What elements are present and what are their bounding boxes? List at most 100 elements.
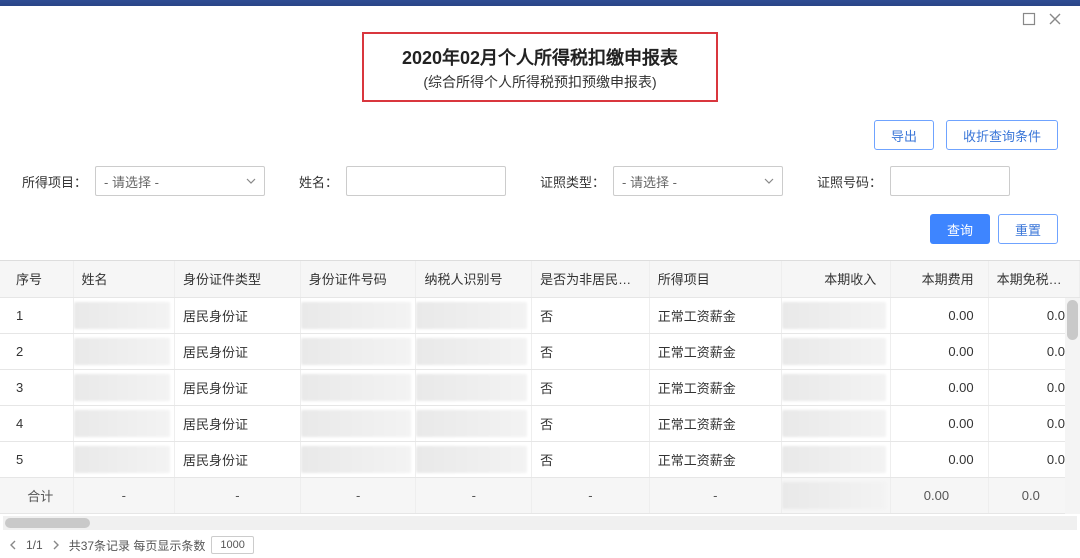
page-prev-icon[interactable] [6, 538, 20, 552]
cell-idtype: 居民身份证 [175, 369, 301, 405]
maximize-icon[interactable] [1022, 12, 1036, 26]
pager: 1/1 共37条记录 每页显示条数 1000 [6, 536, 1074, 554]
title-frame: 2020年02月个人所得税扣缴申报表 (综合所得个人所得税预扣预缴申报表) [362, 32, 718, 102]
th-index: 序号 [0, 261, 73, 297]
income-item-select[interactable]: - 请选择 - [95, 166, 265, 196]
cell-index: 2 [0, 333, 73, 369]
cell-name [73, 333, 174, 369]
cell-nonres: 否 [532, 369, 650, 405]
toggle-filters-button[interactable]: 收折查询条件 [946, 120, 1058, 150]
cell-incomeitem: 正常工资薪金 [649, 405, 781, 441]
cell-nonres: 否 [532, 441, 650, 477]
th-taxpayerno: 纳税人识别号 [416, 261, 532, 297]
cell-idtype: 居民身份证 [175, 297, 301, 333]
cell-income [781, 405, 891, 441]
total-income-cell [781, 477, 891, 513]
export-button[interactable]: 导出 [874, 120, 934, 150]
data-table: 序号 姓名 身份证件类型 身份证件号码 纳税人识别号 是否为非居民个人 所得项目… [0, 260, 1080, 514]
page-size-select[interactable]: 1000 [211, 536, 253, 554]
window-controls [1022, 12, 1062, 26]
cell-fee: 0.00 [891, 405, 988, 441]
idtype-label: 证照类型： [540, 172, 605, 191]
th-idno: 身份证件号码 [300, 261, 416, 297]
action-bar: 导出 收折查询条件 [22, 120, 1058, 150]
table-row[interactable]: 5居民身份证否正常工资薪金0.000.0 [0, 441, 1080, 477]
cell-incomeitem: 正常工资薪金 [649, 333, 781, 369]
th-nonres: 是否为非居民个人 [532, 261, 650, 297]
idtype-placeholder: - 请选择 - [622, 172, 677, 191]
cell-income [781, 441, 891, 477]
cell-taxpayerno [416, 297, 532, 333]
title-bar [0, 0, 1080, 6]
close-icon[interactable] [1048, 12, 1062, 26]
cell-name [73, 369, 174, 405]
th-idtype: 身份证件类型 [175, 261, 301, 297]
cell-nonres: 否 [532, 333, 650, 369]
cell-income [781, 297, 891, 333]
cell-fee: 0.00 [891, 441, 988, 477]
query-button[interactable]: 查询 [930, 214, 990, 244]
cell-incomeitem: 正常工资薪金 [649, 441, 781, 477]
idno-input[interactable] [890, 166, 1010, 196]
chevron-down-icon [764, 174, 774, 189]
idtype-select[interactable]: - 请选择 - [613, 166, 783, 196]
total-row: 合计 - - - - - - 0.00 0.0 [0, 477, 1080, 513]
th-incomeitem: 所得项目 [649, 261, 781, 297]
cell-idno [300, 369, 416, 405]
cell-index: 4 [0, 405, 73, 441]
total-fee-cell: 0.00 [891, 477, 988, 513]
th-fee: 本期费用 [891, 261, 988, 297]
horizontal-scrollbar[interactable] [3, 516, 1077, 530]
cell-index: 3 [0, 369, 73, 405]
total-label: 合计 [0, 477, 73, 513]
table-header-row: 序号 姓名 身份证件类型 身份证件号码 纳税人识别号 是否为非居民个人 所得项目… [0, 261, 1080, 297]
cell-fee: 0.00 [891, 369, 988, 405]
cell-income [781, 369, 891, 405]
cell-taxpayerno [416, 369, 532, 405]
cell-income [781, 333, 891, 369]
cell-idno [300, 297, 416, 333]
cell-fee: 0.00 [891, 333, 988, 369]
name-label: 姓名： [299, 172, 338, 191]
income-item-label: 所得项目： [22, 172, 87, 191]
cell-taxpayerno [416, 405, 532, 441]
th-income: 本期收入 [781, 261, 891, 297]
cell-idtype: 居民身份证 [175, 333, 301, 369]
table-row[interactable]: 1居民身份证否正常工资薪金0.000.0 [0, 297, 1080, 333]
page-indicator: 1/1 [26, 538, 43, 552]
table-row[interactable]: 2居民身份证否正常工资薪金0.000.0 [0, 333, 1080, 369]
reset-button[interactable]: 重置 [998, 214, 1058, 244]
cell-taxpayerno [416, 333, 532, 369]
cell-index: 1 [0, 297, 73, 333]
table-row[interactable]: 3居民身份证否正常工资薪金0.000.0 [0, 369, 1080, 405]
cell-idno [300, 333, 416, 369]
th-name: 姓名 [73, 261, 174, 297]
cell-name [73, 441, 174, 477]
cell-index: 5 [0, 441, 73, 477]
records-text: 共37条记录 每页显示条数 [69, 537, 206, 554]
th-exempt: 本期免税收入 [988, 261, 1079, 297]
page-next-icon[interactable] [49, 538, 63, 552]
cell-fee: 0.00 [891, 297, 988, 333]
cell-idno [300, 441, 416, 477]
income-item-placeholder: - 请选择 - [104, 172, 159, 191]
cell-taxpayerno [416, 441, 532, 477]
page-subtitle: (综合所得个人所得税预扣预缴申报表) [402, 72, 678, 92]
page-title: 2020年02月个人所得税扣缴申报表 [402, 44, 678, 70]
page-title-block: 2020年02月个人所得税扣缴申报表 (综合所得个人所得税预扣预缴申报表) [0, 32, 1080, 102]
cell-nonres: 否 [532, 405, 650, 441]
chevron-down-icon [246, 174, 256, 189]
cell-name [73, 405, 174, 441]
cell-nonres: 否 [532, 297, 650, 333]
name-input[interactable] [346, 166, 506, 196]
table-row[interactable]: 4居民身份证否正常工资薪金0.000.0 [0, 405, 1080, 441]
cell-incomeitem: 正常工资薪金 [649, 297, 781, 333]
cell-name [73, 297, 174, 333]
idno-label: 证照号码： [817, 172, 882, 191]
cell-incomeitem: 正常工资薪金 [649, 369, 781, 405]
cell-idtype: 居民身份证 [175, 441, 301, 477]
cell-idno [300, 405, 416, 441]
filter-panel: 所得项目： - 请选择 - 姓名： 证照类型： - 请选择 - 证照号码： 查询… [22, 160, 1058, 250]
cell-idtype: 居民身份证 [175, 405, 301, 441]
vertical-scrollbar[interactable] [1065, 298, 1080, 514]
